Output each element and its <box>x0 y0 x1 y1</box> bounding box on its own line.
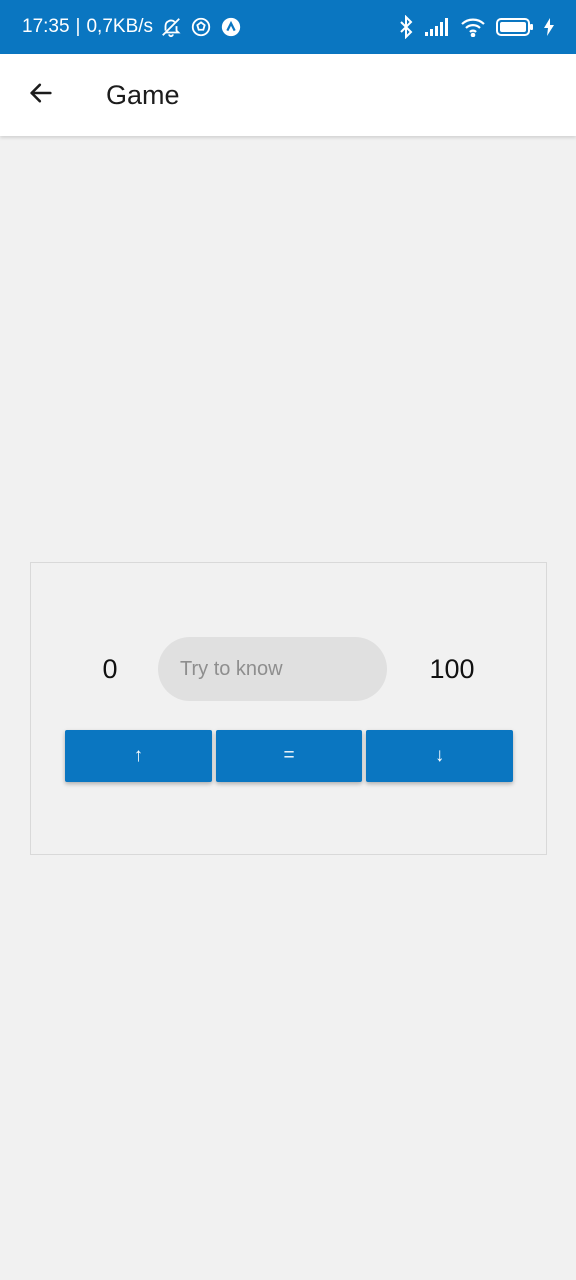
app-bar: Game <box>0 54 576 136</box>
range-min-value: 0 <box>102 653 118 684</box>
range-row: 0 100 <box>31 637 546 701</box>
page-title: Game <box>106 79 180 110</box>
equal-button[interactable]: = <box>215 730 363 782</box>
battery-icon <box>496 17 534 37</box>
wifi-icon <box>460 17 486 37</box>
soccer-ball-icon <box>189 15 213 39</box>
status-separator: | <box>75 16 81 37</box>
signal-icon <box>424 17 450 37</box>
status-time: 17:35 <box>22 16 70 37</box>
range-max-value: 100 <box>429 653 475 684</box>
higher-button[interactable]: ↑ <box>65 730 212 782</box>
network-speed: 0,7KB/s <box>86 16 154 37</box>
status-right <box>398 15 554 39</box>
arrow-left-icon <box>27 79 55 112</box>
guess-buttons: ↑ = ↓ <box>65 730 514 782</box>
arrow-app-icon <box>219 15 243 39</box>
lower-button[interactable]: ↓ <box>366 730 514 782</box>
bluetooth-icon <box>398 15 414 39</box>
status-left: 17:35 | 0,7KB/s <box>22 15 243 39</box>
status-bar: 17:35 | 0,7KB/s <box>0 0 576 54</box>
guess-input[interactable] <box>158 637 387 701</box>
game-card: 0 100 ↑ = ↓ <box>30 562 547 855</box>
back-button[interactable] <box>0 54 82 136</box>
mute-alarm-icon <box>159 15 183 39</box>
charging-icon <box>544 18 554 36</box>
